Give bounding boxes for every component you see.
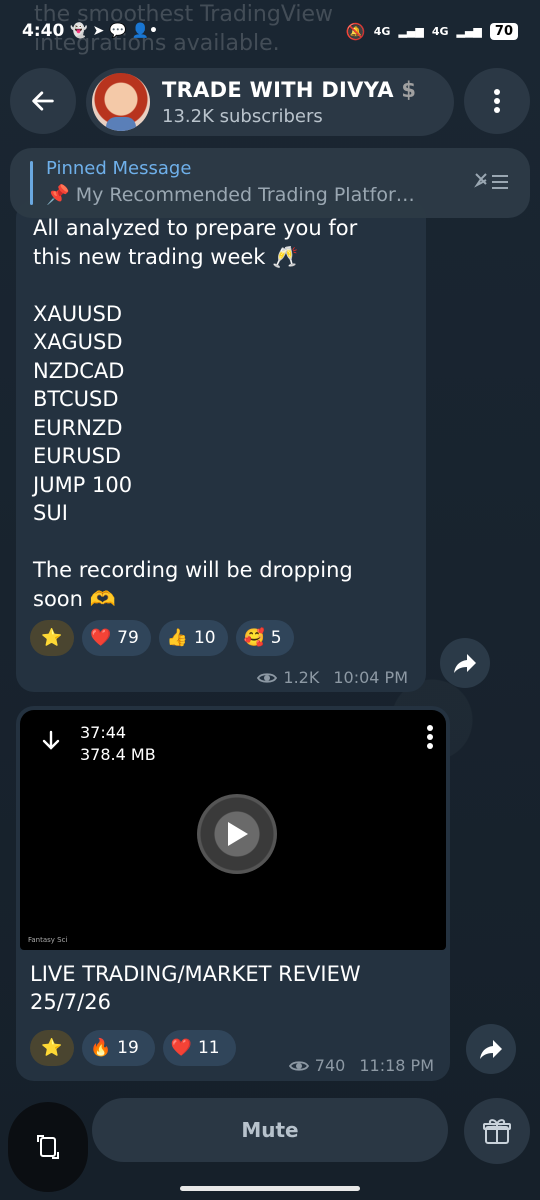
reaction-thumbs-up[interactable]: 👍 10: [158, 620, 228, 656]
reaction-emoji: ❤️: [170, 1038, 192, 1058]
reaction-star[interactable]: ⭐: [30, 620, 74, 656]
pinned-list-icon[interactable]: [472, 170, 510, 194]
reaction-count: 11: [197, 1038, 220, 1058]
reaction-emoji: 👍: [166, 628, 188, 648]
message-bubble[interactable]: All analyzed to prepare you for this new…: [16, 200, 426, 692]
reaction-heart[interactable]: ❤️ 11: [162, 1030, 236, 1066]
status-time: 4:40: [22, 21, 65, 41]
reaction-count: 10: [193, 628, 216, 648]
network-indicator-1: 4G: [373, 24, 391, 38]
reaction-emoji: ⭐: [41, 628, 63, 648]
forward-button[interactable]: [440, 638, 490, 688]
message-time: 10:04 PM: [333, 668, 408, 687]
reaction-smiling-hearts[interactable]: 🥰 5: [235, 620, 294, 656]
view-count: 1.2K: [283, 668, 320, 687]
message-meta: 1.2K 10:04 PM: [257, 668, 408, 687]
reaction-heart[interactable]: ❤️ 79: [82, 620, 151, 656]
channel-title-suffix: $: [401, 77, 417, 102]
reaction-emoji: ⭐: [41, 1038, 63, 1058]
reaction-star[interactable]: ⭐: [30, 1030, 74, 1066]
message-meta: 740 11:18 PM: [288, 1056, 434, 1075]
download-icon[interactable]: [40, 730, 62, 752]
message-text: All analyzed to prepare you for this new…: [33, 216, 358, 611]
subscriber-count: 13.2K subscribers: [162, 105, 323, 127]
floating-switch-button[interactable]: [8, 1102, 88, 1192]
channel-title: TRADE WITH DIVYA $: [162, 77, 417, 102]
battery-level: 70: [489, 22, 518, 40]
reactions-row: ⭐ ❤️ 79 👍 10 🥰 5: [30, 620, 294, 656]
gift-icon: [483, 1119, 511, 1144]
video-watermark: Fantasy Sci: [28, 936, 68, 944]
forward-button[interactable]: [466, 1024, 516, 1074]
status-bar: 4:40 👻 ➤ 💬 👤• 🔕 4G ▂▄▆ 4G ▂▄▆ 70: [0, 0, 540, 62]
vertical-dots-icon: [494, 89, 500, 113]
reaction-count: 19: [117, 1038, 139, 1058]
eye-icon: [288, 1060, 309, 1071]
video-caption: LIVE TRADING/MARKET REVIEW 25/7/26: [30, 962, 361, 1014]
reaction-count: 79: [117, 628, 139, 648]
forward-arrow-icon: [480, 1040, 502, 1059]
pinned-preview: 📌 My Recommended Trading Platfor…: [46, 184, 415, 206]
reaction-count: 5: [270, 628, 282, 648]
message-time: 11:18 PM: [359, 1056, 434, 1075]
rotate-screen-icon: [37, 1135, 59, 1159]
more-options-button[interactable]: [464, 68, 530, 134]
signal-icon: ▂▄▆: [398, 24, 424, 38]
mute-button[interactable]: Mute: [92, 1098, 448, 1162]
pinned-message-bar[interactable]: Pinned Message 📌 My Recommended Trading …: [10, 148, 530, 218]
back-button[interactable]: [10, 68, 76, 134]
gift-button[interactable]: [464, 1098, 530, 1164]
home-indicator[interactable]: [180, 1186, 360, 1191]
eye-icon: [257, 672, 278, 683]
view-count: 740: [314, 1056, 346, 1075]
video-size: 378.4 MB: [80, 745, 156, 764]
video-player[interactable]: 37:44 378.4 MB Fantasy Sci: [20, 710, 446, 950]
play-icon: [228, 822, 248, 846]
video-duration: 37:44: [80, 723, 127, 742]
reactions-row: ⭐ 🔥 19 ❤️ 11: [30, 1030, 236, 1066]
signal-icon-2: ▂▄▆: [456, 24, 482, 38]
pinned-title: Pinned Message: [46, 158, 192, 179]
video-info: 37:44 378.4 MB: [80, 722, 156, 766]
channel-header[interactable]: TRADE WITH DIVYA $ 13.2K subscribers: [86, 68, 454, 136]
video-options-icon[interactable]: [426, 724, 434, 750]
video-message-bubble[interactable]: 37:44 378.4 MB Fantasy Sci LIVE TRADING/…: [16, 706, 450, 1081]
network-indicator-2: 4G: [431, 24, 449, 38]
reaction-emoji: ❤️: [90, 628, 112, 648]
notification-icons: 👻 ➤ 💬 👤•: [70, 23, 158, 39]
mute-notifications-icon: 🔕: [345, 21, 366, 41]
pinned-indicator: [30, 161, 33, 205]
reaction-fire[interactable]: 🔥 19: [82, 1030, 155, 1066]
forward-arrow-icon: [454, 654, 476, 673]
reaction-emoji: 🥰: [243, 628, 265, 648]
arrow-left-icon: [32, 91, 54, 111]
reaction-emoji: 🔥: [90, 1038, 112, 1058]
channel-avatar[interactable]: [92, 73, 150, 131]
play-button[interactable]: [197, 794, 277, 874]
